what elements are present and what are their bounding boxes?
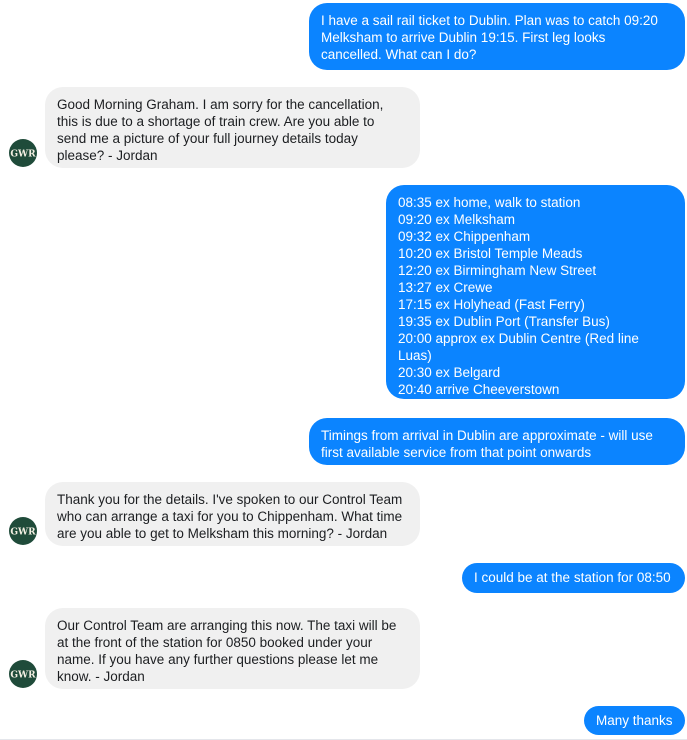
itinerary-line: 09:20 ex Melksham [398,212,516,227]
message-line: this is due to a shortage of train crew.… [57,114,375,129]
message-line: name. If you have any further questions … [57,652,379,667]
message-line: cancelled. What can I do? [321,47,477,62]
message-line: know. - Jordan [57,669,145,684]
outgoing-message-bubble[interactable]: I have a sail rail ticket to Dublin. Pla… [309,3,685,70]
outgoing-message-bubble[interactable]: I could be at the station for 08:50 [462,563,685,593]
outgoing-message-bubble[interactable]: Many thanks [584,706,685,735]
gwr-logo-icon: GWR [10,150,36,160]
svg-text:GWR: GWR [10,150,36,160]
agent-avatar: GWR [9,660,37,688]
message-line: at the front of the station for 0850 boo… [57,635,373,650]
message-line: are you able to get to Melksham this mor… [57,526,388,541]
incoming-message-bubble[interactable]: Good Morning Graham. I am sorry for the … [45,87,420,168]
message-line: first available service from that point … [321,445,592,460]
itinerary-line: 19:35 ex Dublin Port (Transfer Bus) [398,314,610,329]
message-line: please? - Jordan [57,148,158,163]
itinerary-line: Walk half mile to hotel [398,399,530,414]
message-line: send me a picture of your full journey d… [57,131,358,146]
message-line: Many thanks [596,713,673,728]
message-line: Melksham to arrive Dublin 19:15. First l… [321,30,606,45]
gwr-logo-icon: GWR [10,671,36,681]
incoming-message-bubble[interactable]: Our Control Team are arranging this now.… [45,608,420,689]
outgoing-message-bubble[interactable]: Timings from arrival in Dublin are appro… [309,418,685,465]
itinerary-line: 10:20 ex Bristol Temple Meads [398,246,583,261]
agent-avatar: GWR [9,139,37,167]
message-line: Good Morning Graham. I am sorry for the … [57,97,384,112]
gwr-logo-icon: GWR [10,528,36,538]
itinerary-line: 20:30 ex Belgard [398,365,501,380]
outgoing-message-bubble[interactable]: 08:35 ex home, walk to station 09:20 ex … [386,185,685,414]
message-line: I have a sail rail ticket to Dublin. Pla… [321,13,658,28]
svg-text:GWR: GWR [10,528,36,538]
agent-avatar: GWR [9,517,37,545]
itinerary-line: 12:20 ex Birmingham New Street [398,263,597,278]
itinerary-line: 13:27 ex Crewe [398,280,493,295]
itinerary-line: 08:35 ex home, walk to station [398,195,581,210]
itinerary-line: 20:00 approx ex Dublin Centre (Red line … [398,331,639,363]
itinerary-line: 09:32 ex Chippenham [398,229,531,244]
message-line: Our Control Team are arranging this now.… [57,618,397,633]
itinerary-line: 20:40 arrive Cheeverstown [398,382,560,397]
message-line: who can arrange a taxi for you to Chippe… [57,509,403,524]
incoming-message-bubble[interactable]: Thank you for the details. I've spoken t… [45,482,420,546]
itinerary-line: 17:15 ex Holyhead (Fast Ferry) [398,297,585,312]
message-line: I could be at the station for 08:50 [474,570,671,585]
message-line: Thank you for the details. I've spoken t… [57,492,403,507]
svg-text:GWR: GWR [10,671,36,681]
message-line: Timings from arrival in Dublin are appro… [321,428,653,443]
